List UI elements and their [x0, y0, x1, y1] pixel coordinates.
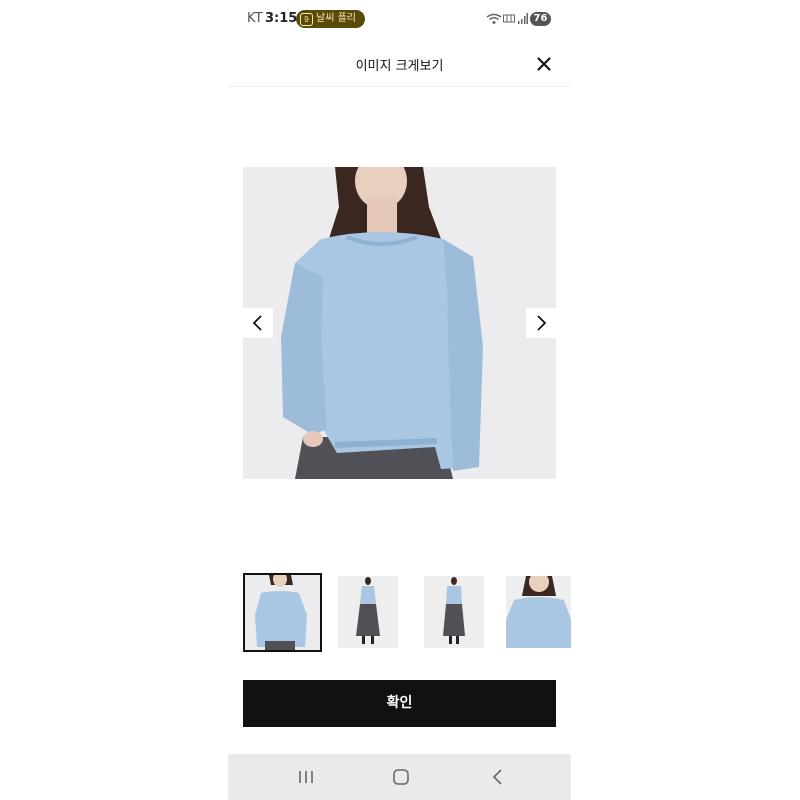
- clock: 3:15: [265, 11, 298, 26]
- page-title: 이미지 크게보기: [355, 59, 444, 74]
- next-image-button[interactable]: [526, 308, 556, 338]
- battery-indicator: 76: [530, 12, 551, 26]
- chevron-left-icon: [252, 315, 262, 331]
- system-navigation-bar: [228, 754, 571, 800]
- close-icon[interactable]: [534, 54, 554, 74]
- wifi-icon: [486, 13, 502, 24]
- weather-notification-pill[interactable]: 9 날씨 플리: [296, 10, 365, 28]
- data-icon: [503, 14, 515, 23]
- thumbnail-2-image: [338, 576, 398, 648]
- thumbnail-1-image: [245, 575, 320, 650]
- weather-pill-text: 날씨 플리: [316, 13, 356, 24]
- image-viewer-screen: KT 3:15 9 날씨 플리 76 이미지 크게보기 확인: [228, 0, 571, 800]
- weather-badge-number: 9: [300, 13, 313, 26]
- thumbnail-4-image: [506, 576, 571, 648]
- previous-image-button[interactable]: [243, 308, 273, 338]
- confirm-button[interactable]: 확인: [243, 680, 556, 727]
- thumbnail-4[interactable]: [506, 576, 571, 648]
- header: 이미지 크게보기: [228, 44, 571, 87]
- back-icon[interactable]: [487, 767, 509, 787]
- recent-apps-icon[interactable]: [295, 767, 317, 787]
- thumbnail-2[interactable]: [338, 576, 398, 648]
- main-product-image: [243, 167, 556, 479]
- product-photo-blue-sweater: [243, 167, 556, 479]
- thumbnail-3[interactable]: [424, 576, 484, 648]
- thumbnail-strip: [243, 573, 571, 652]
- chevron-right-icon: [537, 315, 547, 331]
- signal-icon: [518, 13, 528, 24]
- thumbnail-3-image: [424, 576, 484, 648]
- thumbnail-1[interactable]: [243, 573, 322, 652]
- status-bar: KT 3:15 9 날씨 플리 76: [228, 0, 571, 38]
- carrier-label: KT: [247, 11, 263, 26]
- home-icon[interactable]: [390, 767, 412, 787]
